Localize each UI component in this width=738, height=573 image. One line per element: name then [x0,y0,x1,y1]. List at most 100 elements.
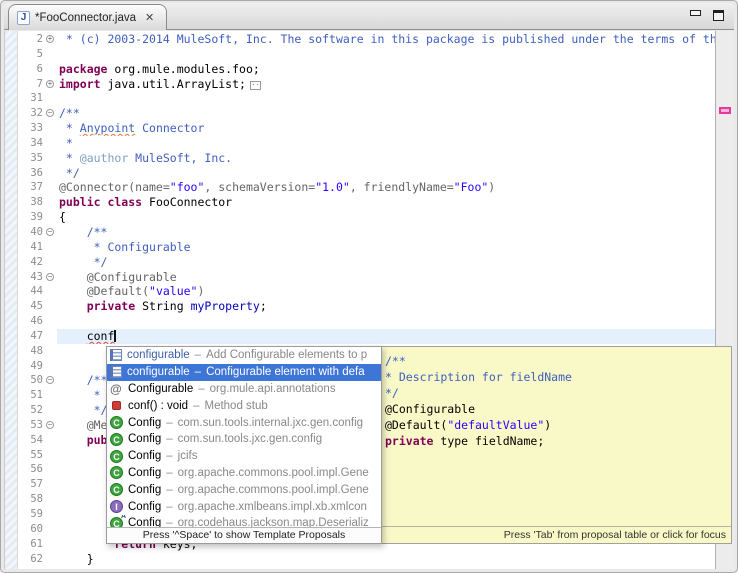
line-number[interactable]: 41 [18,240,45,255]
tab-close-icon[interactable]: ✕ [145,11,154,24]
proposal-item[interactable]: CConfig – com.sun.tools.jxc.gen.config [107,431,381,448]
line-number[interactable]: 42 [18,255,45,270]
line-number[interactable]: 56 [18,462,45,477]
line-number[interactable]: 2 [18,32,45,47]
fold-collapse-icon[interactable]: − [46,376,54,384]
line-number[interactable]: 39 [18,210,45,225]
fold-collapse-icon[interactable]: − [46,421,54,429]
code-line[interactable]: 2+ * (c) 2003-2014 MuleSoft, Inc. The so… [18,32,715,47]
line-number[interactable]: 35 [18,151,45,166]
code-line[interactable]: 6package org.mule.modules.foo; [18,62,715,77]
code-line[interactable]: 43− @Configurable [18,270,715,285]
line-number[interactable]: 34 [18,136,45,151]
code-line-text[interactable]: * Anypoint Connector [57,121,715,136]
line-number[interactable]: 40 [18,225,45,240]
code-line[interactable]: 32−/** [18,106,715,121]
line-number[interactable]: 7 [18,77,45,92]
proposal-item[interactable]: CAConfig – org.codehaus.jackson.map.Dese… [107,515,381,527]
maximize-icon[interactable] [713,10,724,21]
line-number[interactable]: 38 [18,195,45,210]
code-line[interactable]: 36 */ [18,166,715,181]
line-number[interactable]: 32 [18,106,45,121]
code-line-text[interactable]: { [57,210,715,225]
line-number[interactable]: 57 [18,477,45,492]
code-line-text[interactable]: */ [57,166,715,181]
proposal-item[interactable]: CConfig – com.sun.tools.internal.jxc.gen… [107,414,381,431]
line-number[interactable]: 59 [18,507,45,522]
line-number[interactable]: 58 [18,492,45,507]
line-number[interactable]: 55 [18,448,45,463]
line-number[interactable]: 46 [18,314,45,329]
code-line-text[interactable]: private String myProperty; [57,299,715,314]
code-line-text[interactable] [57,47,715,62]
line-number[interactable]: 48 [18,344,45,359]
fold-collapse-icon[interactable]: − [46,109,54,117]
line-number[interactable]: 53 [18,418,45,433]
proposal-item[interactable]: configurable – Add Configurable elements… [107,347,381,364]
code-line-text[interactable]: import java.util.ArrayList;·· [57,77,715,92]
code-line-text[interactable]: * (c) 2003-2014 MuleSoft, Inc. The softw… [57,32,715,47]
proposal-item[interactable]: CConfig – jcifs [107,448,381,465]
fold-expand-icon[interactable]: + [46,80,54,88]
code-line-text[interactable]: */ [57,255,715,270]
code-line-text[interactable]: } [57,552,715,567]
fold-collapse-icon[interactable]: − [46,228,54,236]
code-line[interactable]: 5 [18,47,715,62]
code-line[interactable]: 34 * [18,136,715,151]
proposal-list[interactable]: configurable – Add Configurable elements… [107,347,381,527]
proposal-item[interactable]: @Configurable – org.mule.api.annotations [107,381,381,398]
code-line[interactable]: 31 [18,91,715,106]
annotation-ruler[interactable] [5,31,18,569]
code-line-text[interactable]: conf [57,329,715,344]
code-line[interactable]: 38 public class FooConnector [18,195,715,210]
line-number[interactable]: 60 [18,522,45,537]
code-line-text[interactable]: * Configurable [57,240,715,255]
line-number[interactable]: 5 [18,47,45,62]
line-number[interactable]: 50 [18,373,45,388]
line-number[interactable]: 44 [18,284,45,299]
fold-expand-icon[interactable]: + [46,35,54,43]
code-line[interactable]: 41 * Configurable [18,240,715,255]
line-number[interactable]: 54 [18,433,45,448]
line-number[interactable]: 33 [18,121,45,136]
fold-collapse-icon[interactable]: − [46,273,54,281]
line-number[interactable]: 47 [18,329,45,344]
code-line[interactable]: 46 [18,314,715,329]
code-line[interactable]: 39 { [18,210,715,225]
code-line[interactable]: ✕47 conf [18,329,715,344]
line-number[interactable]: 45 [18,299,45,314]
code-line-text[interactable]: public class FooConnector [57,195,715,210]
proposal-item[interactable]: IConfig – org.apache.xmlbeans.impl.xb.xm… [107,498,381,515]
line-number[interactable]: 36 [18,166,45,181]
line-number[interactable]: 37 [18,180,45,195]
code-line[interactable]: 37 @Connector(name="foo", schemaVersion="… [18,180,715,195]
proposal-item[interactable]: CConfig – org.apache.commons.pool.impl.G… [107,481,381,498]
code-line-text[interactable]: * [57,136,715,151]
line-number[interactable]: 43 [18,270,45,285]
proposal-item[interactable]: configurable – Configurable element with… [107,364,381,381]
line-number[interactable]: 31 [18,91,45,106]
code-line[interactable]: 42 */ [18,255,715,270]
code-line[interactable]: 7+import java.util.ArrayList;·· [18,77,715,92]
code-line[interactable]: 40− /** [18,225,715,240]
code-line-text[interactable]: @Connector(name="foo", schemaVersion="1.… [57,180,715,195]
code-line[interactable]: 33 * Anypoint Connector [18,121,715,136]
code-line[interactable]: 44 @Default("value") [18,284,715,299]
code-line-text[interactable] [57,314,715,329]
code-line-text[interactable]: @Configurable [57,270,715,285]
line-number[interactable]: 52 [18,403,45,418]
code-line[interactable]: 35 * @author MuleSoft, Inc. [18,151,715,166]
code-line-text[interactable]: @Default("value") [57,284,715,299]
overview-occurrence-marker[interactable] [719,107,731,114]
line-number[interactable]: 61 [18,537,45,552]
code-line-text[interactable]: /** [57,106,715,121]
code-line[interactable]: 45 private String myProperty; [18,299,715,314]
code-line-text[interactable] [57,91,715,106]
line-number[interactable]: 49 [18,359,45,374]
proposal-item[interactable]: conf() : void – Method stub [107,397,381,414]
code-line[interactable]: 62 } [18,552,715,567]
line-number[interactable]: 6 [18,62,45,77]
proposal-item[interactable]: CConfig – org.apache.commons.pool.impl.G… [107,465,381,482]
minimize-icon[interactable] [690,10,701,16]
tab-fooconnector[interactable]: J *FooConnector.java ✕ [8,4,167,30]
